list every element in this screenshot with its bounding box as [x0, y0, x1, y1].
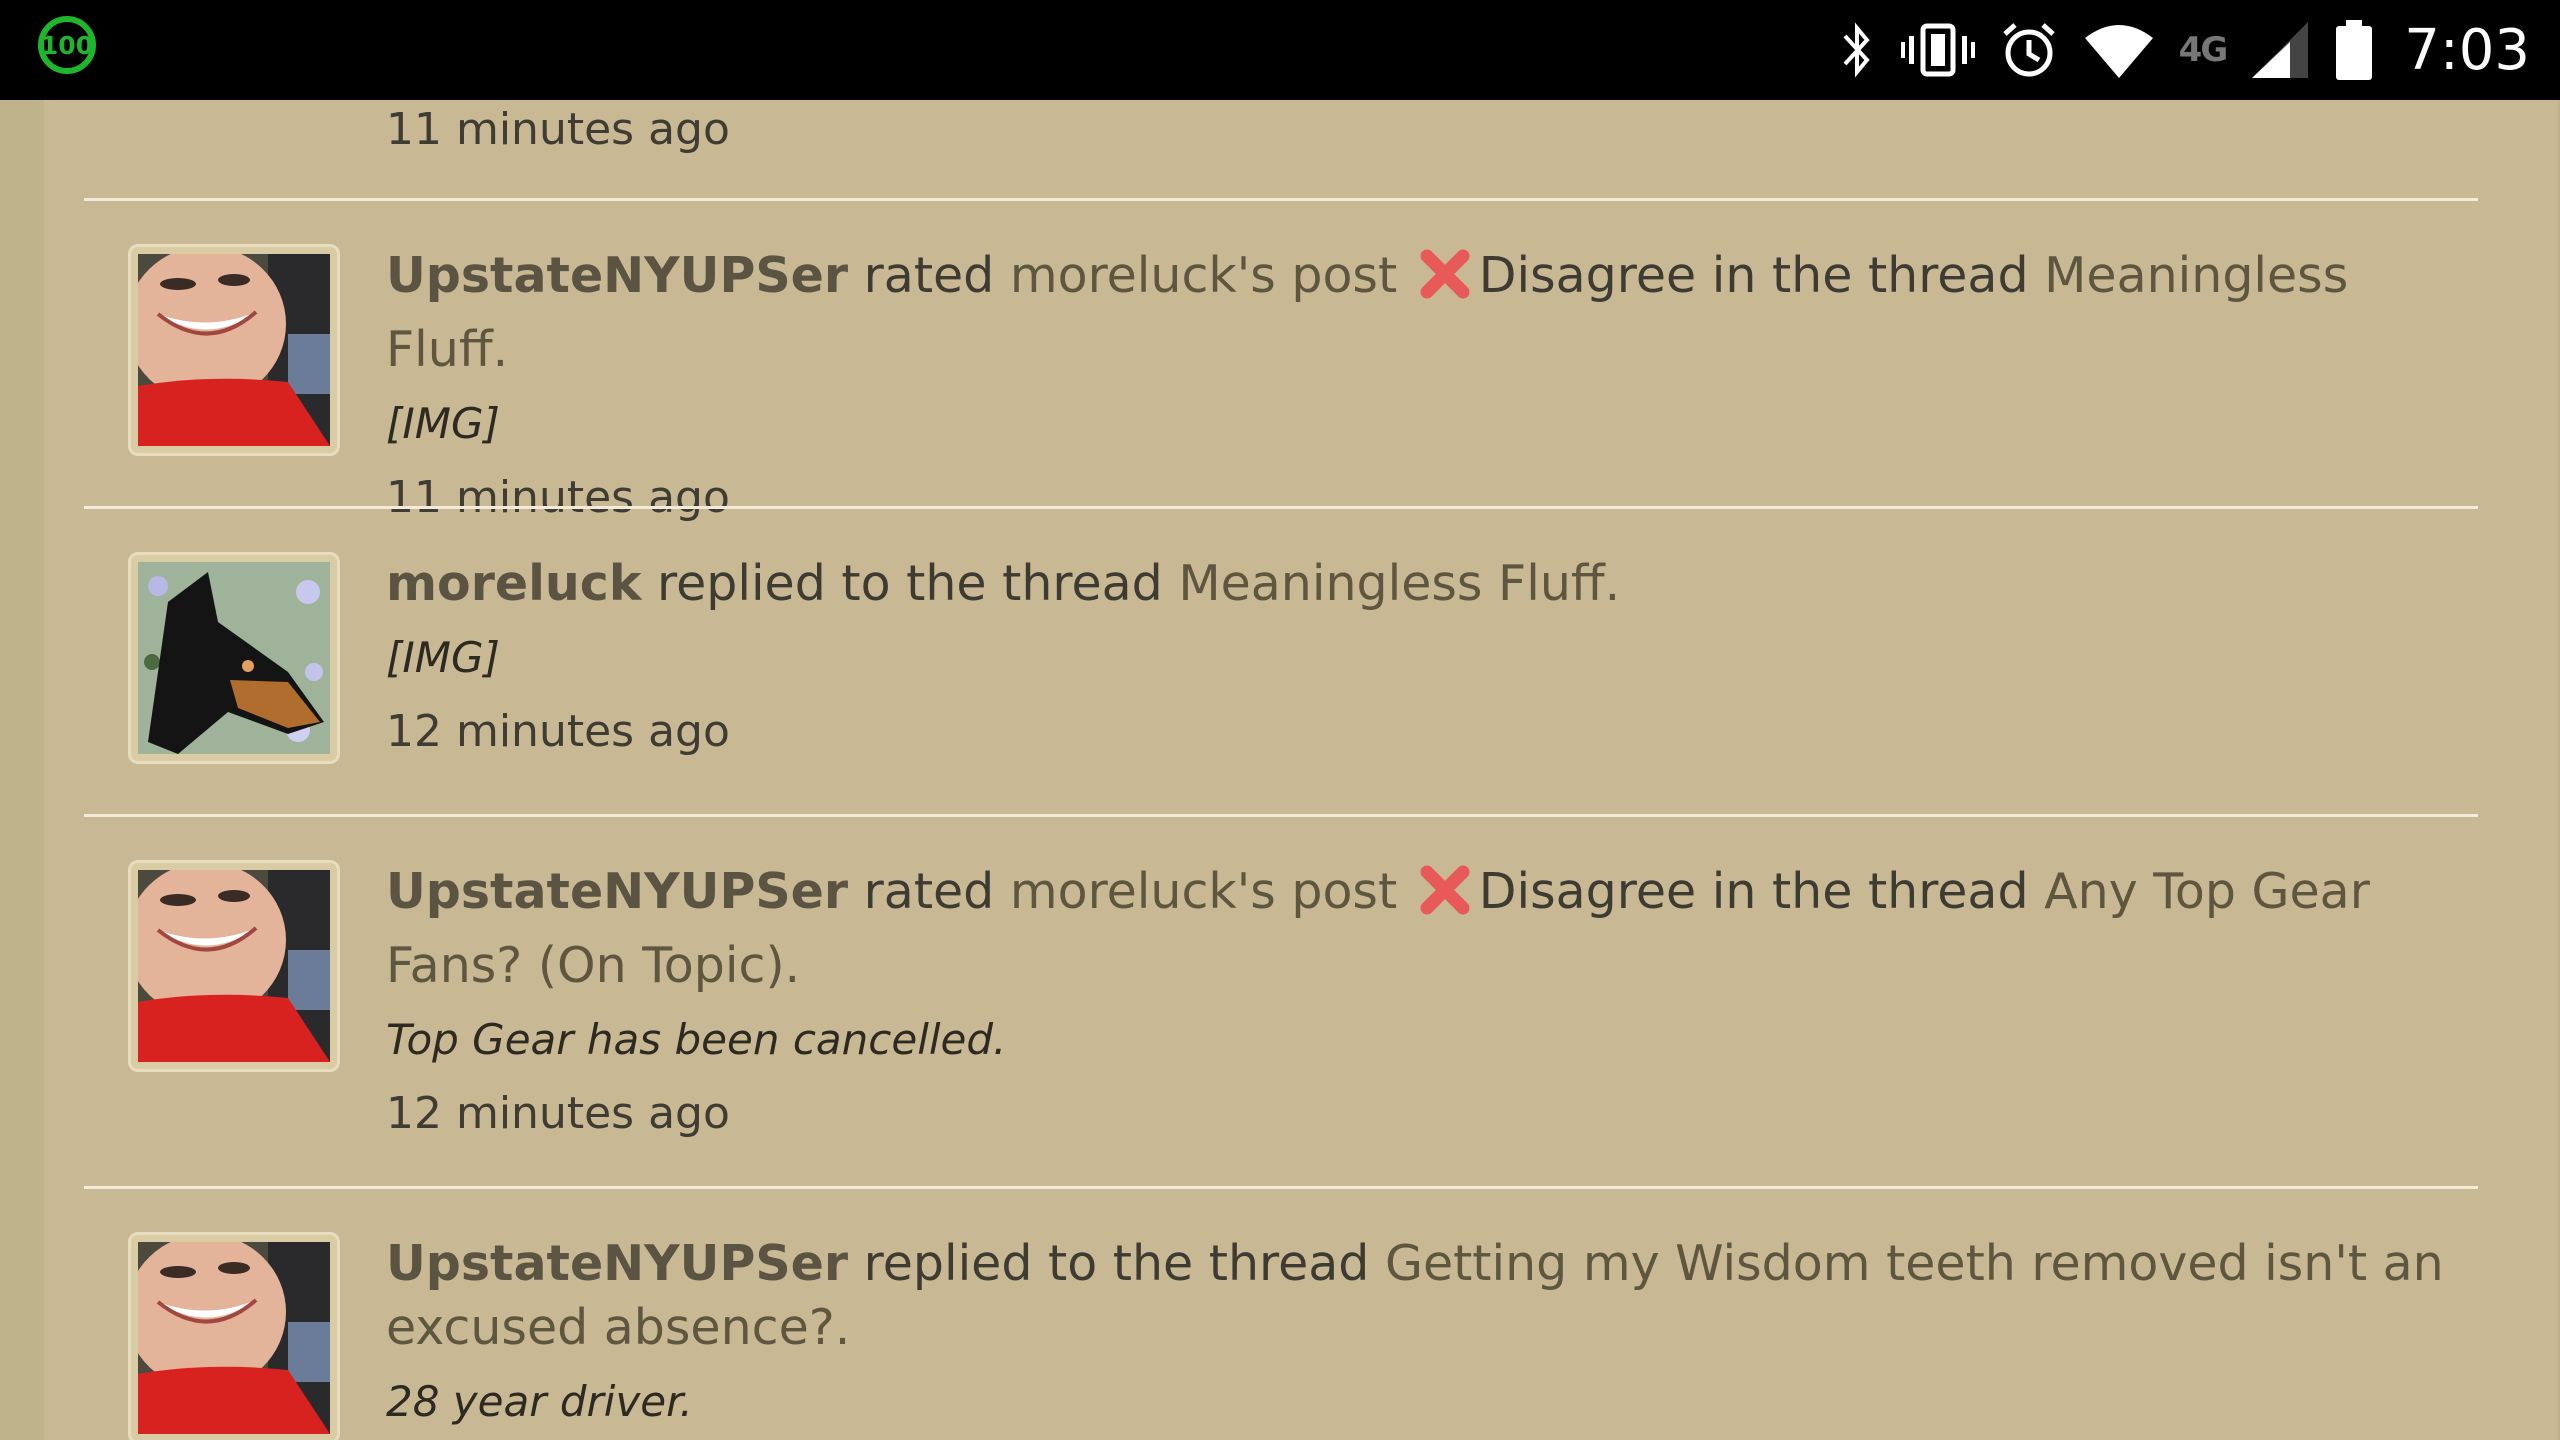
- item-title: moreluck replied to the thread Meaningle…: [386, 552, 2446, 616]
- rating-label: Disagree: [1478, 247, 1697, 304]
- list-item: moreluck replied to the thread Meaningle…: [386, 552, 2446, 760]
- avatar-upstatenyupser[interactable]: [128, 244, 340, 456]
- list-item: UpstateNYUPSer rated moreluck's post Dis…: [386, 860, 2446, 1142]
- avatar-child-image: [138, 870, 330, 1062]
- item-snippet: 28 year driver.: [386, 1377, 693, 1426]
- post-link[interactable]: moreluck's post: [1010, 863, 1397, 920]
- post-link[interactable]: moreluck's post: [1010, 247, 1397, 304]
- avatar-moreluck[interactable]: [128, 552, 340, 764]
- avatar-dog-image: [138, 562, 330, 754]
- item-snippet: Top Gear has been cancelled.: [386, 1015, 1007, 1064]
- avatar-child-image: [138, 254, 330, 446]
- divider: [84, 506, 2478, 509]
- action-text: rated: [863, 247, 995, 304]
- clock-time: 7:03: [2404, 17, 2530, 83]
- username-link[interactable]: moreluck: [386, 555, 641, 612]
- username-link[interactable]: UpstateNYUPSer: [386, 247, 848, 304]
- divider: [84, 198, 2478, 201]
- item-title: UpstateNYUPSer rated moreluck's post Dis…: [386, 244, 2446, 382]
- action-text: replied to the thread: [863, 1235, 1370, 1292]
- item-snippet: [IMG]: [386, 633, 500, 682]
- username-link[interactable]: UpstateNYUPSer: [386, 1235, 848, 1292]
- in-thread-text: in the thread: [1711, 247, 2029, 304]
- item-timestamp: 11 minutes ago: [386, 472, 730, 523]
- avatar-upstatenyupser[interactable]: [128, 1232, 340, 1440]
- item-timestamp: 11 minutes ago: [386, 104, 730, 155]
- status-bar: 100 4G 7:03: [0, 0, 2560, 100]
- list-item: UpstateNYUPSer replied to the thread Get…: [386, 1232, 2446, 1430]
- avatar-upstatenyupser[interactable]: [128, 860, 340, 1072]
- action-text: rated: [863, 863, 995, 920]
- alerts-feed: 11 minutes ago UpstateNYUPSer rated more…: [44, 100, 2558, 1440]
- battery-percent-badge: 100: [38, 16, 96, 74]
- avatar-child-image: [138, 1242, 330, 1434]
- partial-list-item: 11 minutes ago: [386, 100, 2446, 158]
- item-timestamp: 12 minutes ago: [386, 1088, 730, 1139]
- in-thread-text: in the thread: [1711, 863, 2029, 920]
- item-snippet: [IMG]: [386, 399, 500, 448]
- battery-icon: [2334, 18, 2374, 82]
- thread-link[interactable]: Meaningless Fluff.: [1178, 555, 1620, 612]
- action-text: replied to the thread: [657, 555, 1163, 612]
- divider: [84, 814, 2478, 817]
- signal-icon: [2250, 20, 2310, 80]
- alarm-icon: [1999, 20, 2059, 80]
- bluetooth-icon: [1837, 20, 1877, 80]
- item-title: UpstateNYUPSer rated moreluck's post Dis…: [386, 860, 2446, 998]
- username-link[interactable]: UpstateNYUPSer: [386, 863, 848, 920]
- vibrate-icon: [1900, 20, 1975, 80]
- list-item: UpstateNYUPSer rated moreluck's post Dis…: [386, 244, 2446, 526]
- network-type-icon: 4G: [2178, 30, 2229, 70]
- item-title: UpstateNYUPSer replied to the thread Get…: [386, 1232, 2446, 1360]
- rating-label: Disagree: [1478, 863, 1697, 920]
- disagree-icon: [1417, 246, 1473, 318]
- divider: [84, 1186, 2478, 1189]
- wifi-icon: [2083, 20, 2155, 80]
- disagree-icon: [1417, 862, 1473, 934]
- item-timestamp: 12 minutes ago: [386, 706, 730, 757]
- status-icons: 4G 7:03: [1837, 0, 2530, 100]
